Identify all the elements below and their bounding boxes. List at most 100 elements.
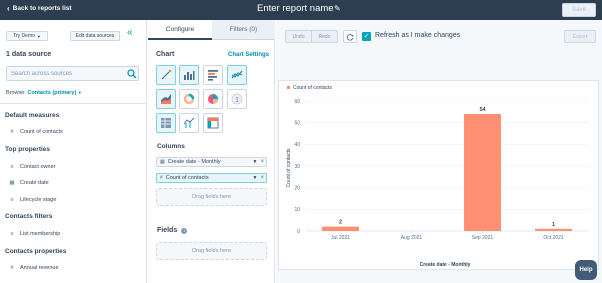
combo-chart-icon xyxy=(183,117,195,128)
chart-settings-link[interactable]: Chart Settings xyxy=(228,52,269,58)
chart-card: Count of contacts Count of contacts Crea… xyxy=(278,80,599,270)
y-tick-label: 20 xyxy=(294,185,300,191)
chart-type-pie[interactable] xyxy=(203,89,223,109)
browse-value: Contacts (primary) xyxy=(27,90,77,96)
data-label: 1 xyxy=(552,222,555,228)
arrow-left-icon: ‹ xyxy=(7,3,10,13)
data-label: 2 xyxy=(339,220,342,226)
search-input[interactable] xyxy=(11,70,121,78)
chart-type-area[interactable] xyxy=(156,89,176,109)
close-icon[interactable]: × xyxy=(260,175,264,181)
list-icon: ≡ xyxy=(10,231,14,237)
tab-configure[interactable]: Configure xyxy=(148,20,212,40)
x-tick-label: Aug 2021 xyxy=(401,235,423,241)
fields-drop-zone[interactable]: Drag fields here xyxy=(156,242,267,260)
table-icon xyxy=(161,118,171,128)
collapse-panel-icon[interactable]: « xyxy=(127,28,133,38)
section-title: Contacts properties xyxy=(5,248,67,255)
chart-type-custom[interactable] xyxy=(156,65,176,85)
property-label: List membership xyxy=(20,231,61,237)
fields-heading-label: Fields xyxy=(157,227,178,234)
chart-type-line[interactable] xyxy=(227,65,247,85)
property-label: Lifecycle stage xyxy=(20,197,57,203)
area-chart-icon xyxy=(161,94,171,104)
x-tick-label: Oct 2021 xyxy=(543,235,564,241)
property-label: Count of contacts xyxy=(20,129,63,135)
chevron-down-icon[interactable]: ▼ xyxy=(253,175,258,181)
column-chart-icon xyxy=(184,71,195,80)
tab-filters[interactable]: Filters (0) xyxy=(212,20,275,40)
hash-icon: # xyxy=(10,129,14,135)
refresh-checkbox-label[interactable]: Refresh as I make changes xyxy=(375,32,460,39)
hash-icon: # xyxy=(160,175,163,181)
browse-label: Browse: xyxy=(6,90,26,96)
chevron-down-icon: ▼ xyxy=(36,33,41,39)
column-chip[interactable]: ▦ Create date - Monthly ▼ × xyxy=(156,157,267,167)
y-tick-label: 40 xyxy=(294,142,300,148)
refresh-checkbox[interactable]: ✓ xyxy=(362,32,371,41)
column-chip-label: Count of contacts xyxy=(165,175,209,181)
property-item[interactable]: ≡ List membership xyxy=(9,231,60,237)
close-icon[interactable]: × xyxy=(260,159,264,165)
bar xyxy=(464,114,501,231)
y-tick-label: 0 xyxy=(297,229,300,235)
account-label: Try Demo xyxy=(13,33,35,39)
chart-type-summary[interactable]: 1 xyxy=(227,89,247,109)
refresh-button[interactable] xyxy=(343,30,357,43)
search-icon[interactable] xyxy=(127,69,137,79)
chevron-down-icon[interactable]: ▼ xyxy=(253,159,258,165)
property-item[interactable]: # Annual revenue xyxy=(9,265,59,271)
search-box xyxy=(6,66,139,81)
property-label: Create date xyxy=(20,180,49,186)
x-tick-label: Sep 2021 xyxy=(472,235,494,241)
summary-icon: 1 xyxy=(231,93,243,105)
calendar-icon: ▦ xyxy=(160,159,165,165)
undo-button[interactable]: Undo xyxy=(285,30,312,43)
y-tick-label: 30 xyxy=(294,164,300,170)
legend-label: Count of contacts xyxy=(293,85,332,91)
configure-panel: Configure Filters (0) Chart Chart Settin… xyxy=(148,20,275,283)
bar xyxy=(535,228,572,231)
divider xyxy=(0,103,146,104)
column-chip[interactable]: # Count of contacts ▼ × xyxy=(156,173,267,183)
columns-drop-zone[interactable]: Drag fields here xyxy=(156,188,267,206)
redo-button[interactable]: Redo xyxy=(312,30,338,43)
chart-type-pivot[interactable] xyxy=(203,113,223,133)
report-title-input[interactable]: Enter report name xyxy=(257,3,334,14)
chart-type-donut[interactable] xyxy=(179,89,199,109)
section-title: Top properties xyxy=(5,146,51,153)
x-tick-label: Jul 2021 xyxy=(331,235,350,241)
calendar-icon: ▦ xyxy=(9,180,15,186)
info-icon[interactable]: i xyxy=(181,227,188,234)
help-button[interactable]: Help xyxy=(575,260,597,280)
donut-chart-icon xyxy=(183,93,195,105)
property-item[interactable]: ▦ Create date xyxy=(9,180,49,186)
chart-type-bar[interactable] xyxy=(203,65,223,85)
edit-data-sources-button[interactable]: Edit data sources xyxy=(70,31,120,41)
bar-chart: Count of contacts Count of contacts Crea… xyxy=(286,85,589,268)
export-button[interactable]: Export xyxy=(564,30,596,43)
pivot-table-icon xyxy=(207,117,219,129)
account-dropdown[interactable]: Try Demo ▼ xyxy=(6,31,48,41)
save-button[interactable]: Save xyxy=(562,3,596,17)
report-preview-panel: Undo Redo ✓ Refresh as I make changes Ex… xyxy=(276,20,602,283)
list-icon: ≡ xyxy=(10,164,14,170)
chart-type-combination[interactable] xyxy=(179,113,199,133)
property-item[interactable]: ≡ Lifecycle stage xyxy=(9,197,56,203)
property-label: Annual revenue xyxy=(20,265,59,271)
chart-type-table[interactable] xyxy=(156,113,176,133)
property-label: Contact owner xyxy=(20,164,56,170)
property-item[interactable]: ≡ Contact owner xyxy=(9,164,55,170)
data-sources-panel: Try Demo ▼ Edit data sources « 1 data so… xyxy=(0,20,147,283)
property-item[interactable]: # Count of contacts xyxy=(9,129,63,135)
back-link-label: Back to reports list xyxy=(12,5,72,12)
chart-heading: Chart xyxy=(156,51,175,58)
list-icon: ≡ xyxy=(10,197,14,203)
pie-chart-icon xyxy=(208,94,218,104)
data-source-count: 1 data source xyxy=(6,51,52,58)
magic-wand-icon xyxy=(161,69,172,80)
chart-type-column[interactable] xyxy=(179,65,199,85)
pencil-icon[interactable]: ✎ xyxy=(334,4,341,13)
back-to-reports-link[interactable]: ‹ Back to reports list xyxy=(7,3,72,13)
browse-select[interactable]: Contacts (primary) ▼ xyxy=(27,90,81,96)
